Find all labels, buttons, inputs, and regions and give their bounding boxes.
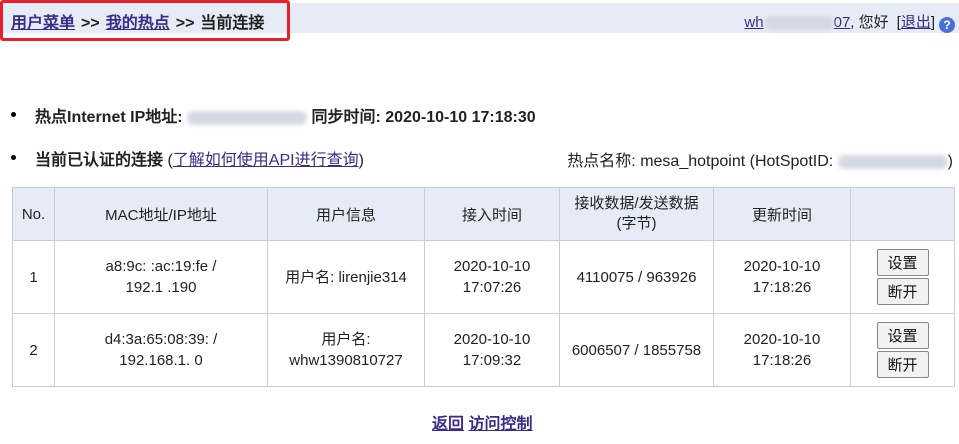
cell-mac-ip: d4:3a:65:08:39: /192.168.1. 0 [54,313,268,387]
cell-access-time: 2020-10-10 17:07:26 [424,240,560,314]
greeting-text: , 您好 [850,14,889,31]
col-header-data: 接收数据/发送数据 (字节) [559,187,714,241]
auth-line: 当前已认证的连接 (了解如何使用API进行查询) [35,152,364,169]
bullet-dot [11,112,16,117]
username-link[interactable]: wh 07 [744,14,850,31]
table-row: 1 a8:9c: :ac:19:fe /192.1 .190 用户名: lire… [12,240,955,314]
cell-no: 2 [12,313,55,387]
cell-user: 用户名: whw1390810727 [267,313,425,387]
footer-links: 返回 访问控制 [432,410,532,434]
settings-button[interactable]: 设置 [876,249,929,276]
cell-data: 4110075 / 963926 [559,240,714,314]
user-area: wh 07, 您好 [退出]? [744,11,955,33]
cell-data: 6006507 / 1855758 [559,313,714,387]
bullet-dot [11,155,16,160]
sync-time: 2020-10-10 17:18:30 [385,109,536,126]
col-header-update-time: 更新时间 [713,187,851,241]
cell-user: 用户名: lirenjie314 [267,240,425,314]
table-row: 2 d4:3a:65:08:39: /192.168.1. 0 用户名: whw1… [12,313,955,387]
col-header-no: No. [12,187,55,241]
disconnect-button[interactable]: 断开 [876,278,929,305]
redacted-hotspot-id-blur [837,154,948,169]
cell-actions: 设置 断开 [850,313,955,387]
disconnect-button[interactable]: 断开 [876,351,929,378]
redacted-ip-blur [187,110,308,125]
table-header-row: No. MAC地址/IP地址 用户信息 接入时间 接收数据/发送数据 (字节) … [12,187,955,241]
settings-button[interactable]: 设置 [876,322,929,349]
col-header-access-time: 接入时间 [424,187,560,241]
sync-label: 同步时间: [311,109,381,126]
hotspot-name: mesa_hotpoint [640,153,746,170]
auth-label: 当前已认证的连接 [35,152,164,169]
col-header-user: 用户信息 [267,187,425,241]
cell-update-time: 2020-10-10 17:18:26 [713,240,851,314]
logout-link[interactable]: 退出 [901,14,931,31]
redacted-blur [763,16,834,31]
back-link[interactable]: 返回 [432,416,464,433]
api-help-link[interactable]: 了解如何使用API进行查询 [173,152,359,169]
col-header-actions [850,187,955,241]
cell-access-time: 2020-10-10 17:09:32 [424,313,560,387]
cell-no: 1 [12,240,55,314]
ip-info-line: 热点Internet IP地址: 同步时间: 2020-10-10 17:18:… [35,103,536,127]
col-header-mac-ip: MAC地址/IP地址 [54,187,268,241]
cell-actions: 设置 断开 [850,240,955,314]
hotspot-name-info: 热点名称: mesa_hotpoint (HotSpotID: ) [567,153,953,170]
cell-mac-ip: a8:9c: :ac:19:fe /192.1 .190 [54,240,268,314]
breadcrumb-highlight-box [0,0,290,41]
connections-table: No. MAC地址/IP地址 用户信息 接入时间 接收数据/发送数据 (字节) … [12,187,955,387]
cell-update-time: 2020-10-10 17:18:26 [713,313,851,387]
ip-label: 热点Internet IP地址: [35,109,183,126]
access-control-link[interactable]: 访问控制 [468,416,532,433]
help-circle-icon[interactable]: ? [939,17,955,33]
